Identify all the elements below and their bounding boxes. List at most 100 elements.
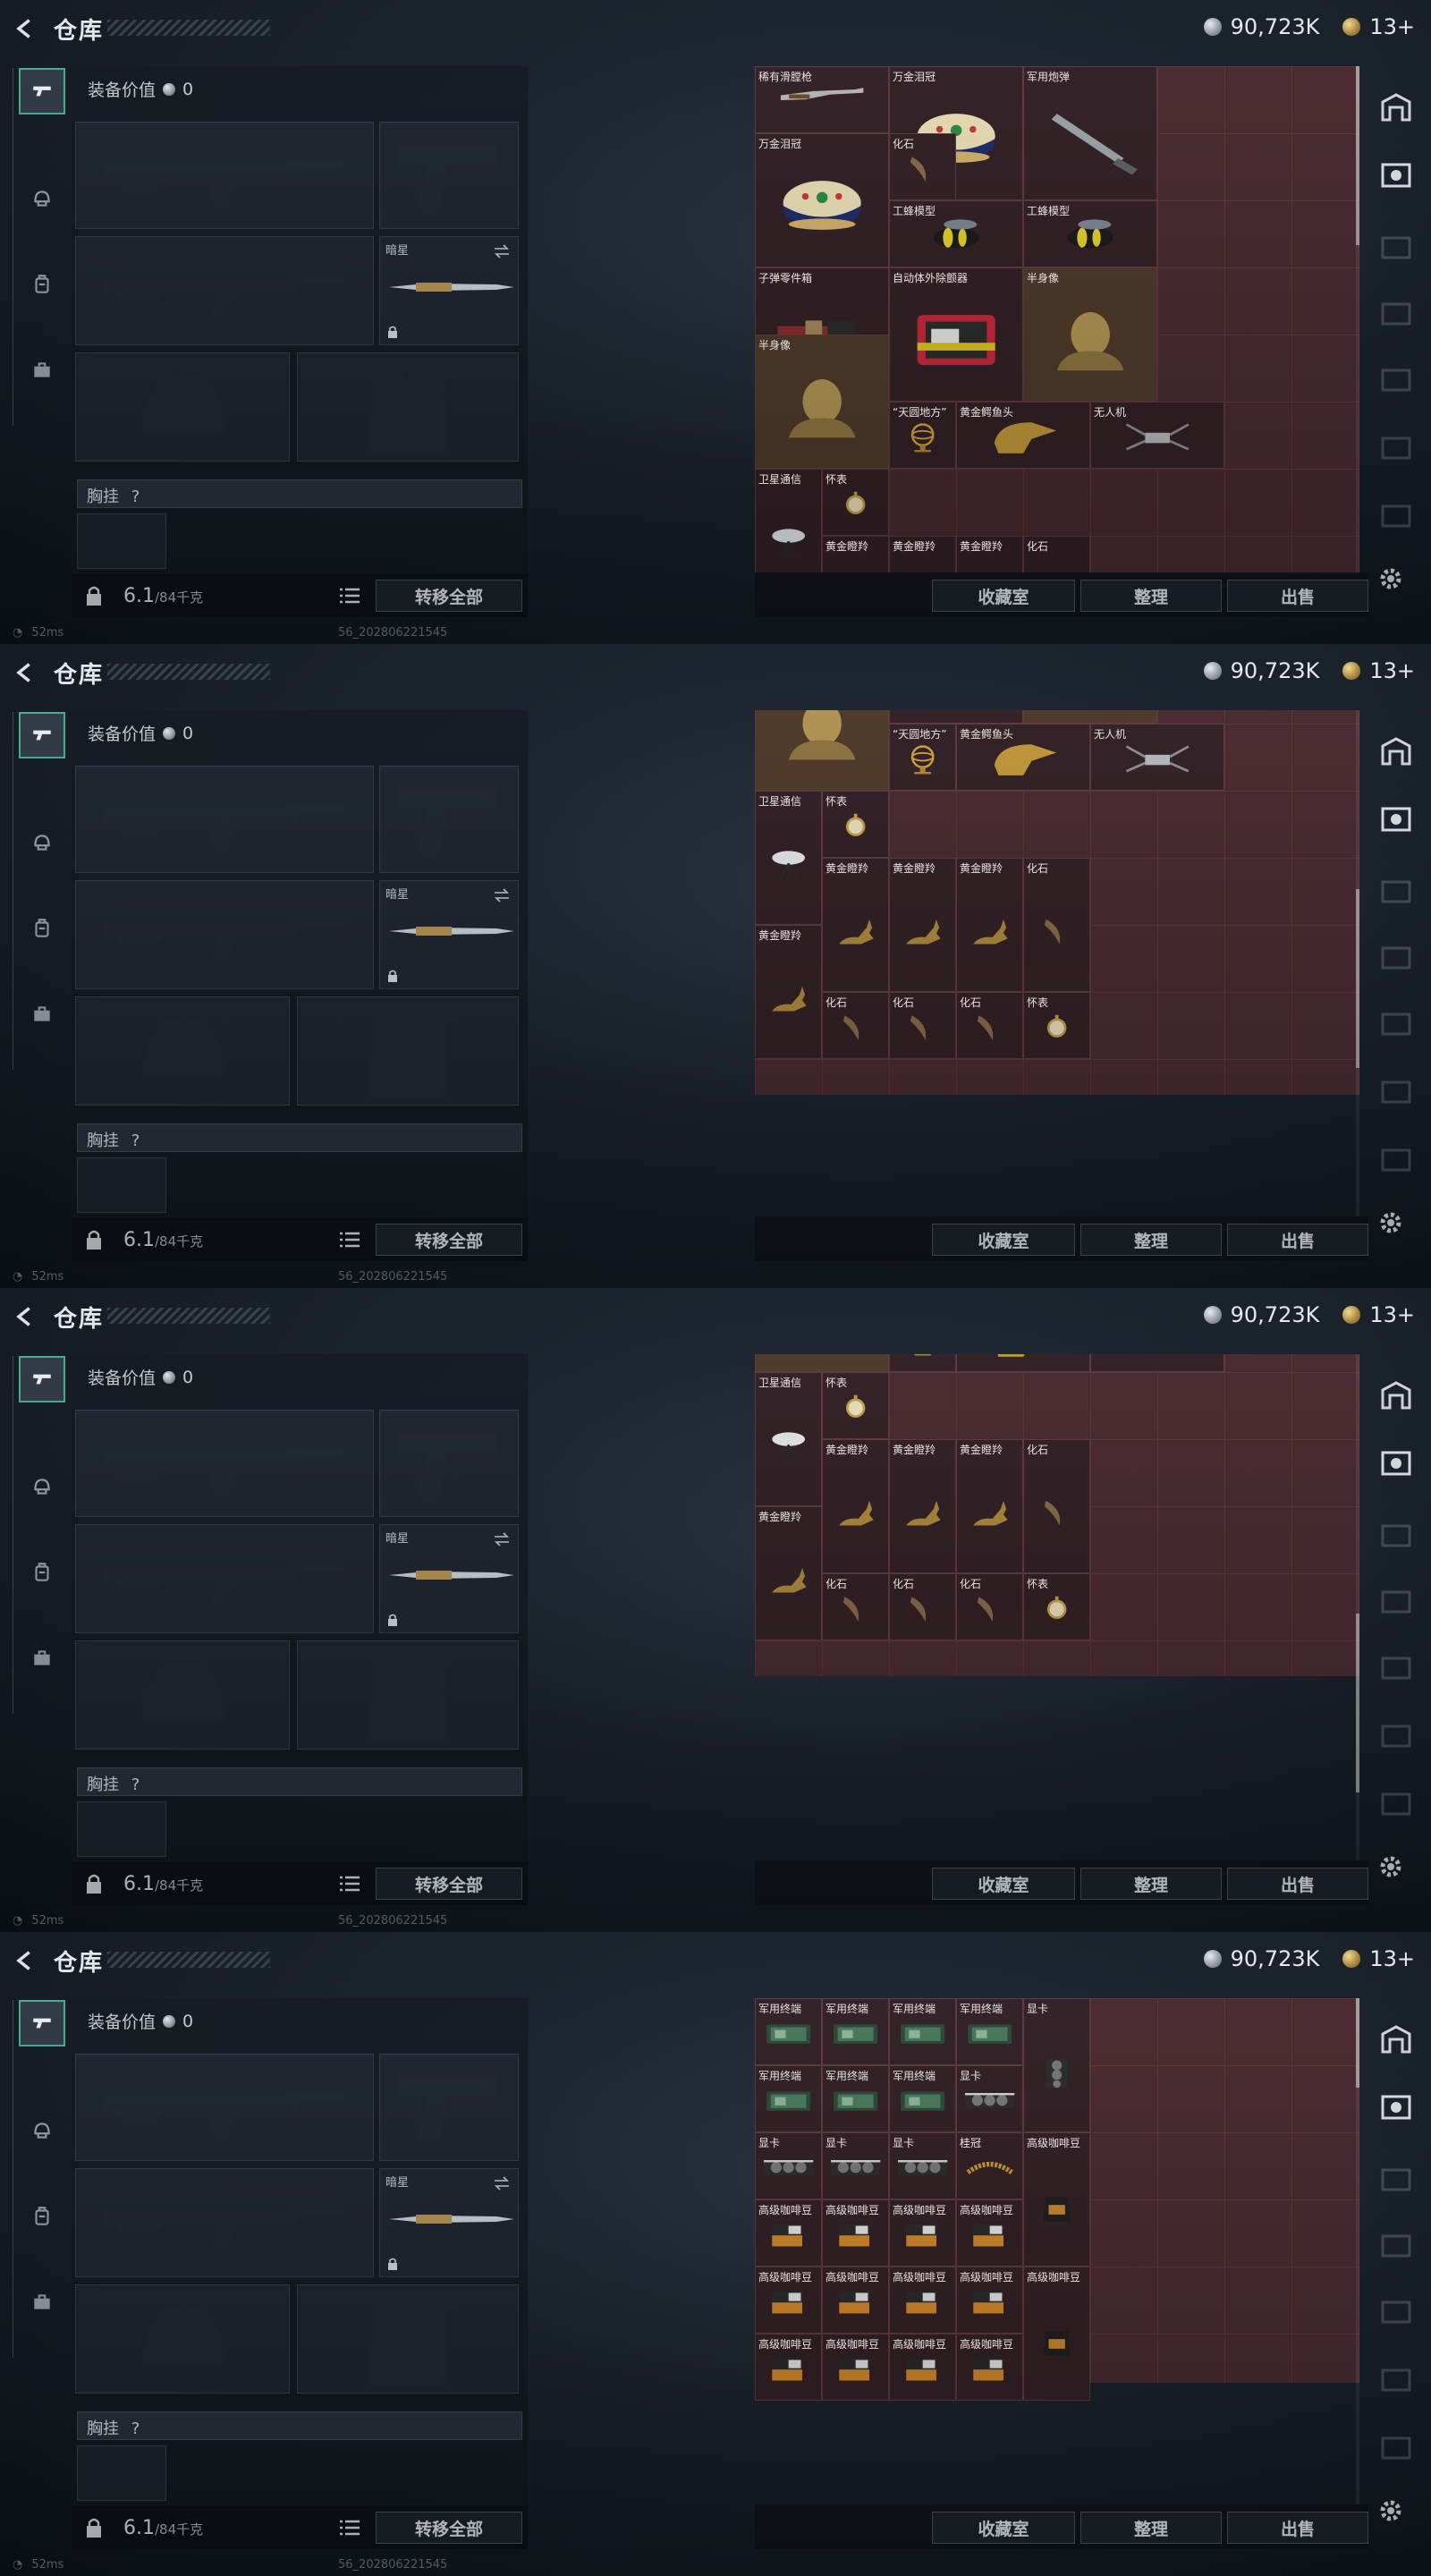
storage-tab-icon[interactable] <box>1377 1651 1415 1683</box>
stash-item[interactable]: 高级咖啡豆 <box>956 2267 1023 2334</box>
collection-room-button[interactable]: 收藏室 <box>932 1224 1075 1256</box>
helmet-slot[interactable] <box>75 996 290 1106</box>
stash-item[interactable]: 卫星通信 <box>755 791 822 925</box>
organize-button[interactable]: 整理 <box>1080 2512 1222 2544</box>
gold-amount[interactable]: 13+ <box>1369 1946 1415 1971</box>
stash-item[interactable]: 怀表 <box>822 1372 889 1439</box>
stash-item[interactable]: 显卡 <box>1023 1998 1090 2132</box>
chest-rig-slot[interactable] <box>77 1157 166 1213</box>
stash-item[interactable]: 黄金鳄鱼头 <box>956 402 1090 469</box>
stash-scroll-thumb[interactable] <box>1356 889 1359 1068</box>
collection-room-button[interactable]: 收藏室 <box>932 580 1075 612</box>
melee-slot[interactable]: 暗星 <box>379 236 519 345</box>
stash-item[interactable]: 黄金瞪羚 <box>822 1439 889 1573</box>
storage-tab-icon[interactable] <box>1377 231 1415 263</box>
transfer-all-button[interactable]: 转移全部 <box>376 1868 522 1900</box>
stash-item[interactable]: 黄金鳄鱼头 <box>956 1354 1090 1372</box>
organize-button[interactable]: 整理 <box>1080 1868 1222 1900</box>
storage-tab-icon[interactable] <box>1377 941 1415 973</box>
armor-slot[interactable] <box>297 2284 519 2394</box>
back-arrow-icon[interactable] <box>13 1304 38 1329</box>
stash-item[interactable]: 显卡 <box>889 2132 956 2199</box>
stash-item[interactable]: 显卡 <box>822 2132 889 2199</box>
storage-tab-icon[interactable] <box>1377 2023 1415 2055</box>
stash-item[interactable]: “天圆地方” <box>889 1354 956 1372</box>
stash-item[interactable]: 化石 <box>822 1573 889 1640</box>
tab-armor[interactable] <box>24 175 60 222</box>
tab-armor[interactable] <box>24 1463 60 1510</box>
sell-button[interactable]: 出售 <box>1227 2512 1368 2544</box>
secondary-weapon-slot[interactable] <box>75 880 374 989</box>
stash-item[interactable]: 半身像 <box>755 710 889 791</box>
back-arrow-icon[interactable] <box>13 16 38 41</box>
storage-tab-icon[interactable] <box>1377 1787 1415 1819</box>
gold-amount[interactable]: 13+ <box>1369 14 1415 39</box>
list-icon[interactable] <box>340 1875 360 1893</box>
stash-item[interactable]: 高级咖啡豆 <box>822 2199 889 2267</box>
chest-rig-help[interactable]: ? <box>131 1131 140 1150</box>
tab-weapons[interactable] <box>19 712 65 758</box>
storage-tab-icon[interactable] <box>1377 431 1415 463</box>
storage-tab-icon[interactable] <box>1377 91 1415 123</box>
primary-weapon-slot[interactable] <box>75 766 374 873</box>
melee-slot[interactable]: 暗星 <box>379 1524 519 1633</box>
stash-scrollbar[interactable] <box>1356 66 1359 574</box>
stash-item[interactable]: 显卡 <box>755 2132 822 2199</box>
tab-backpack[interactable] <box>24 2193 60 2240</box>
stash-item[interactable]: 半身像 <box>1023 267 1157 402</box>
stash-item[interactable]: 黄金瞪羚 <box>755 1506 822 1640</box>
stash-item[interactable]: 黄金瞪羚 <box>889 536 956 574</box>
chest-rig-slot[interactable] <box>77 513 166 569</box>
storage-tab-icon[interactable] <box>1377 2295 1415 2327</box>
stash-item[interactable]: 化石 <box>1023 536 1090 574</box>
tab-backpack[interactable] <box>24 1549 60 1596</box>
stash-item[interactable]: 工蜂模型 <box>1023 200 1157 267</box>
stash-item[interactable]: “天圆地方” <box>889 402 956 469</box>
stash-item[interactable]: 军用终端 <box>755 2065 822 2132</box>
swap-icon[interactable] <box>493 2174 511 2192</box>
stash-item[interactable]: 高级咖啡豆 <box>822 2267 889 2334</box>
gold-amount[interactable]: 13+ <box>1369 658 1415 683</box>
stash-item[interactable]: 黄金瞪羚 <box>822 536 889 574</box>
settings-gear-icon[interactable] <box>1377 565 1404 592</box>
list-icon[interactable] <box>340 1231 360 1249</box>
stash-item[interactable]: 工蜂模型 <box>889 200 1023 267</box>
stash-item[interactable]: 高级咖啡豆 <box>889 2334 956 2401</box>
chest-rig-help[interactable]: ? <box>131 487 140 506</box>
collection-room-button[interactable]: 收藏室 <box>932 1868 1075 1900</box>
armor-slot[interactable] <box>297 996 519 1106</box>
stash-item[interactable]: 稀有滑膛枪 <box>755 66 889 133</box>
storage-tab-icon[interactable] <box>1377 1447 1415 1479</box>
storage-tab-icon[interactable] <box>1377 1585 1415 1617</box>
stash-item[interactable]: 高级咖啡豆 <box>956 2334 1023 2401</box>
storage-tab-icon[interactable] <box>1377 1719 1415 1751</box>
storage-tab-icon[interactable] <box>1377 363 1415 395</box>
storage-tab-icon[interactable] <box>1377 2363 1415 2395</box>
tab-case[interactable] <box>24 1635 60 1682</box>
tab-case[interactable] <box>24 347 60 394</box>
transfer-all-button[interactable]: 转移全部 <box>376 2512 522 2544</box>
chest-rig-bar[interactable]: 胸挂 ? <box>77 1123 522 1152</box>
storage-tab-icon[interactable] <box>1377 735 1415 767</box>
stash-item[interactable]: 自动体外除颤器 <box>889 710 1023 724</box>
storage-tab-icon[interactable] <box>1377 875 1415 907</box>
pistol-slot[interactable] <box>379 122 519 229</box>
storage-tab-icon[interactable] <box>1377 1519 1415 1551</box>
stash-item[interactable]: 军用终端 <box>956 1998 1023 2065</box>
storage-tab-icon[interactable] <box>1377 1007 1415 1039</box>
stash-scrollbar[interactable] <box>1356 1354 1359 1862</box>
stash-item[interactable]: 黄金瞪羚 <box>956 536 1023 574</box>
storage-tab-icon[interactable] <box>1377 297 1415 329</box>
list-icon[interactable] <box>340 587 360 605</box>
transfer-all-button[interactable]: 转移全部 <box>376 1224 522 1256</box>
stash-item[interactable]: 无人机 <box>1090 724 1224 791</box>
stash-item[interactable]: 黄金瞪羚 <box>755 925 822 1059</box>
stash-item[interactable]: 军用终端 <box>755 1998 822 2065</box>
stash-item[interactable]: 黄金瞪羚 <box>956 858 1023 992</box>
stash-item[interactable]: 高级咖啡豆 <box>889 2267 956 2334</box>
stash-item[interactable]: 卫星通信 <box>755 469 822 574</box>
stash-item[interactable]: 怀表 <box>822 791 889 858</box>
storage-tab-icon[interactable] <box>1377 499 1415 531</box>
storage-tab-icon[interactable] <box>1377 2229 1415 2261</box>
stash-item[interactable]: 军用炮弹 <box>1023 66 1157 200</box>
